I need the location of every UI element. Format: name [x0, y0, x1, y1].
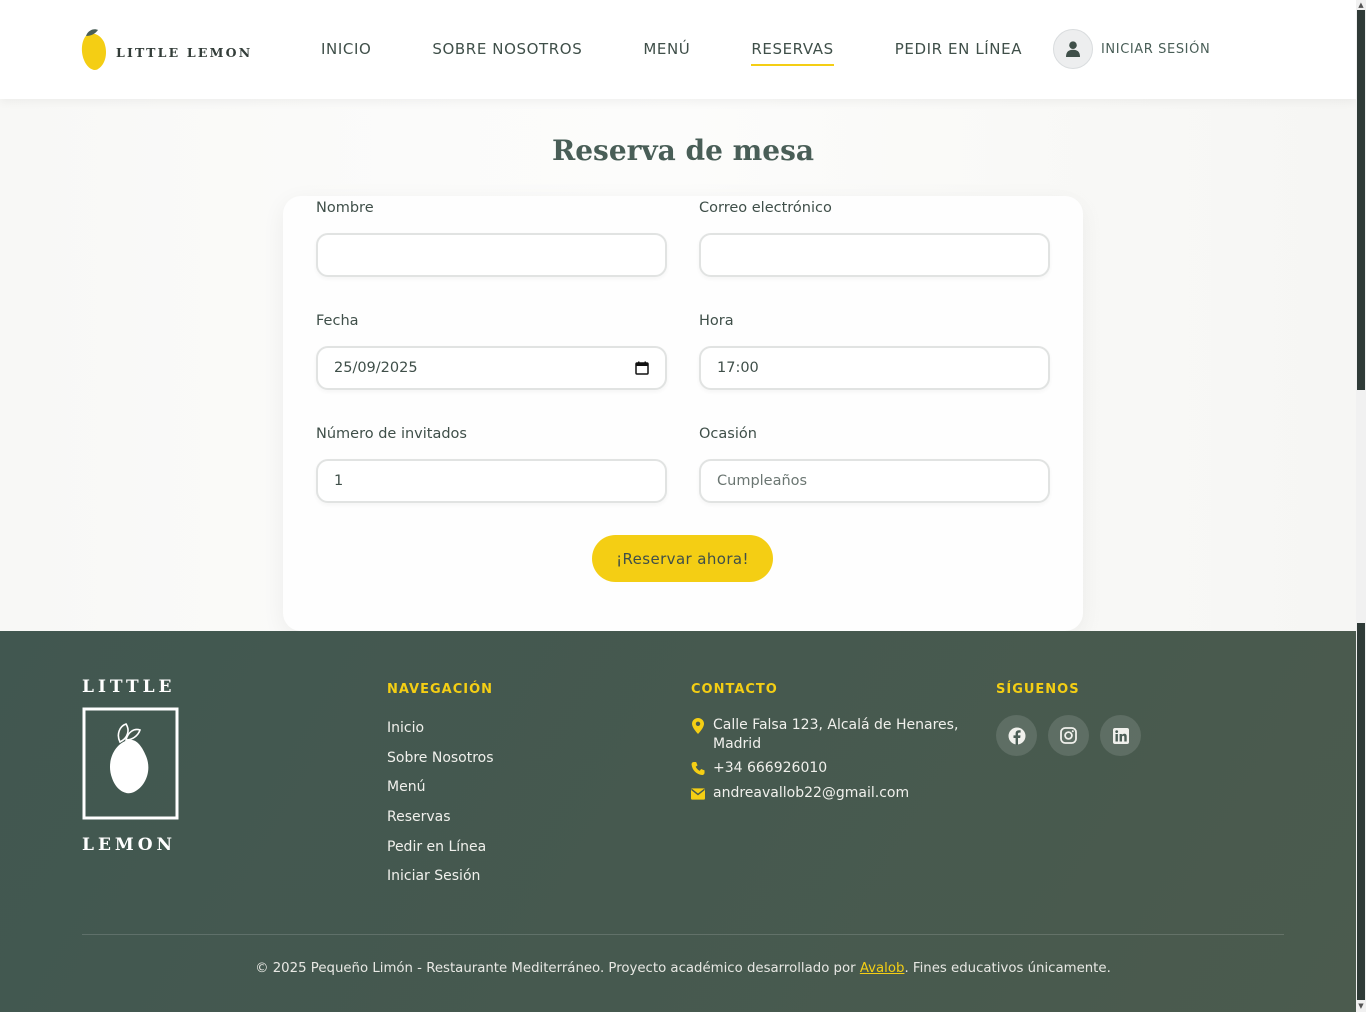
- footer-link-iniciar-sesion[interactable]: Iniciar Sesión: [387, 868, 480, 884]
- email-label: Correo electrónico: [699, 200, 832, 216]
- site-footer: [0, 631, 1356, 1012]
- footer-social-heading: SÍGUENOS: [996, 682, 1080, 697]
- author-link[interactable]: Avalob: [860, 961, 905, 976]
- date-label: Fecha: [316, 313, 359, 329]
- facebook-icon: [1008, 727, 1025, 745]
- scrollbar-thumb-lower[interactable]: [1357, 623, 1365, 1000]
- time-value: 17:00: [717, 360, 759, 376]
- name-input[interactable]: [316, 233, 667, 277]
- user-icon: [1066, 41, 1080, 57]
- instagram-icon: [1060, 727, 1077, 744]
- footer-logo-bottom: LEMON: [82, 835, 177, 855]
- footer-nav-heading: NAVEGACIÓN: [387, 682, 494, 697]
- email-address: andreavallob22@gmail.com: [713, 785, 910, 801]
- footer-divider: [82, 934, 1284, 935]
- footer-link-pedir-en-linea[interactable]: Pedir en Línea: [387, 839, 486, 855]
- address-line1: Calle Falsa 123, Alcalá de Henares,: [713, 717, 959, 733]
- nav-pedir-en-linea[interactable]: PEDIR EN LÍNEA: [895, 40, 1022, 58]
- main-nav: INICIO SOBRE NOSOTROS MENÚ RESERVAS PEDI…: [321, 40, 1022, 66]
- calendar-icon[interactable]: [635, 361, 649, 375]
- avatar: [1053, 29, 1093, 69]
- map-pin-icon: [691, 718, 705, 734]
- nav-reservas[interactable]: RESERVAS: [751, 40, 835, 66]
- footer-contact-heading: CONTACTO: [691, 682, 778, 697]
- reserve-now-button[interactable]: ¡Reservar ahora!: [592, 535, 773, 582]
- time-select[interactable]: 17:00: [699, 346, 1050, 390]
- time-label: Hora: [699, 313, 734, 329]
- linkedin-icon: [1112, 727, 1129, 744]
- nav-sobre-nosotros[interactable]: SOBRE NOSOTROS: [432, 40, 582, 58]
- contact-address: Calle Falsa 123, Alcalá de Henares, Madri…: [691, 716, 958, 754]
- occasion-label: Ocasión: [699, 426, 757, 442]
- logo[interactable]: LITTLE LEMON: [80, 28, 252, 72]
- date-input[interactable]: 25/09/2025: [316, 346, 667, 390]
- footer-logo-top: LITTLE: [82, 677, 176, 697]
- instagram-button[interactable]: [1048, 715, 1089, 756]
- occasion-select[interactable]: Cumpleaños: [699, 459, 1050, 503]
- footer-link-menu[interactable]: Menú: [387, 779, 425, 795]
- envelope-icon: [691, 786, 705, 800]
- nav-menu[interactable]: MENÚ: [643, 40, 690, 58]
- lemon-logo-icon: [81, 29, 106, 70]
- logo-text: LITTLE LEMON: [116, 44, 253, 60]
- date-value: 25/09/2025: [334, 360, 418, 376]
- footer-link-sobre-nosotros[interactable]: Sobre Nosotros: [387, 750, 494, 766]
- phone-number: +34 666926010: [713, 760, 828, 776]
- guests-value: 1: [334, 473, 344, 489]
- footer-link-reservas[interactable]: Reservas: [387, 809, 451, 825]
- scroll-down-arrow[interactable]: ▼: [1357, 1001, 1365, 1011]
- occasion-value: Cumpleaños: [717, 473, 808, 489]
- email-input[interactable]: [699, 233, 1050, 277]
- contact-phone[interactable]: +34 666926010: [691, 759, 827, 778]
- guests-label: Número de invitados: [316, 426, 467, 442]
- facebook-button[interactable]: [996, 715, 1037, 756]
- login-button[interactable]: INICIAR SESIÓN: [1053, 29, 1210, 69]
- page-title: Reserva de mesa: [551, 134, 815, 167]
- contact-email[interactable]: andreavallob22@gmail.com: [691, 784, 909, 803]
- lemon-square-icon: [82, 707, 179, 820]
- guests-input[interactable]: 1: [316, 459, 667, 503]
- login-label: INICIAR SESIÓN: [1101, 41, 1211, 57]
- copyright: © 2025 Pequeño Limón - Restaurante Medit…: [255, 961, 1111, 976]
- footer-link-inicio[interactable]: Inicio: [387, 720, 424, 736]
- address-line2: Madrid: [713, 736, 762, 752]
- phone-icon: [691, 761, 705, 776]
- scrollbar-thumb[interactable]: [1357, 10, 1365, 390]
- linkedin-button[interactable]: [1100, 715, 1141, 756]
- site-header: LITTLE LEMON INICIO SOBRE NOSOTROS MENÚ …: [0, 0, 1356, 99]
- footer-logo[interactable]: LITTLE LEMON: [82, 678, 179, 854]
- scroll-up-arrow[interactable]: ▲: [1357, 0, 1365, 10]
- nav-inicio[interactable]: INICIO: [321, 40, 371, 58]
- name-label: Nombre: [316, 200, 374, 216]
